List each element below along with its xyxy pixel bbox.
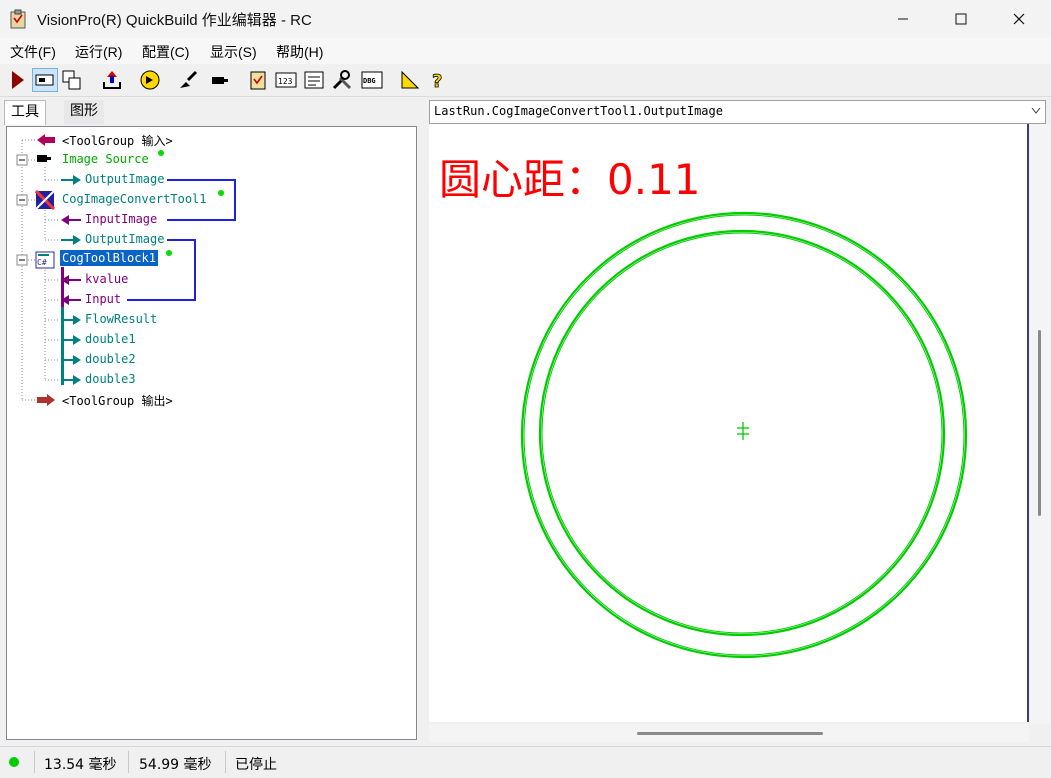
window-title: VisionPro(R) QuickBuild 作业编辑器 - RC [37,12,312,29]
inner-circle-edge [541,232,943,634]
status-dot-icon [218,190,224,196]
tree-item-image-source[interactable]: Image Source [62,152,149,166]
title-bar: VisionPro(R) QuickBuild 作业编辑器 - RC [0,0,1051,38]
status-separator [34,751,35,773]
svg-text:123: 123 [278,77,293,86]
tool-tree: C# <ToolGroup 输入> Image Source OutputIma… [6,126,417,740]
tab-tools[interactable]: 工具 [4,100,46,125]
menu-help[interactable]: 帮助(H) [276,42,323,62]
tree-item-input-image[interactable]: InputImage [85,212,157,226]
maximize-button[interactable] [938,0,984,38]
image-selector-dropdown[interactable]: LastRun.CogImageConvertTool1.OutputImage [429,100,1046,124]
toolgroup-input-icon [37,134,55,146]
list-icon[interactable] [302,68,326,92]
ruler-icon[interactable] [398,68,422,92]
output-arrow-icon [61,235,81,245]
status-bar: 13.54 毫秒 54.99 毫秒 已停止 [0,746,1051,778]
output-arrow-icon [61,375,81,385]
selected-image-label: LastRun.CogImageConvertTool1.OutputImage [434,104,723,118]
run-status-indicator-icon [9,757,19,767]
brush-icon[interactable] [176,68,200,92]
display-toggle-button[interactable] [32,68,58,92]
menu-display[interactable]: 显示(S) [210,42,257,62]
svg-text:C#: C# [37,258,47,267]
toolgroup-output-icon [37,394,55,406]
input-arrow-icon [61,275,81,285]
tree-item-kvalue[interactable]: kvalue [85,272,128,286]
minimize-button[interactable] [880,0,926,38]
display-icon [35,74,54,86]
tree-item-double3[interactable]: double3 [85,372,136,386]
status-time-2: 54.99 毫秒 [139,757,212,773]
camera-icon[interactable] [208,68,232,92]
center-marker-icon [737,422,749,440]
chevron-down-icon [1031,107,1041,114]
tree-item-toolblock-selected[interactable]: CogToolBlock1 [60,250,158,266]
menu-file[interactable]: 文件(F) [10,42,56,62]
tree-item-output-image[interactable]: OutputImage [85,172,164,186]
tree-item-double1[interactable]: double1 [85,332,136,346]
maximize-icon [955,13,967,25]
minimize-icon [898,18,908,20]
status-run-state: 已停止 [235,757,277,773]
output-arrow-icon [61,175,81,185]
windows-icon[interactable] [60,68,84,92]
horizontal-scroll-thumb[interactable] [637,732,823,735]
continuous-icon[interactable] [138,68,162,92]
image-convert-tool-icon [35,190,56,210]
tools-icon[interactable] [330,68,354,92]
outer-circle-edge [523,214,965,656]
tree-item-toolgroup-input[interactable]: <ToolGroup 输入> [62,132,173,149]
input-arrow-icon [61,295,81,305]
close-icon [1013,13,1025,25]
image-canvas: 圆心距：0.11 [439,155,968,659]
menu-run[interactable]: 运行(R) [75,42,122,62]
tree-item-image-convert-tool[interactable]: CogImageConvertTool1 [62,192,207,206]
distance-result-label: 圆心距：0.11 [439,155,701,204]
vertical-scroll-thumb[interactable] [1038,330,1041,516]
image-display[interactable]: 圆心距：0.11 [429,124,1029,722]
help-icon[interactable]: ? [426,68,450,92]
menu-bar: 文件(F) 运行(R) 配置(C) 显示(S) 帮助(H) [0,38,1051,64]
tree-item-double2[interactable]: double2 [85,352,136,366]
svg-text:?: ? [432,71,442,92]
left-panel-tabs: 工具 图形 [0,98,420,126]
run-icon[interactable] [6,68,30,92]
close-button[interactable] [996,0,1042,38]
svg-text:DBG: DBG [363,77,376,85]
output-arrow-icon [61,335,81,345]
debug-icon[interactable]: DBG [360,68,384,92]
status-separator [128,751,129,773]
toolblock-icon: C# [35,251,55,269]
tree-item-output-image[interactable]: OutputImage [85,232,164,246]
tree-item-input[interactable]: Input [85,292,121,306]
app-clipboard-icon [10,9,26,29]
status-time-1: 13.54 毫秒 [44,757,117,773]
input-arrow-icon [61,215,81,225]
output-arrow-icon [61,315,81,325]
menu-config[interactable]: 配置(C) [142,42,189,62]
reset-icon[interactable] [100,68,124,92]
status-dot-icon [158,150,164,156]
clipboard-icon[interactable] [246,68,270,92]
horizontal-scrollbar[interactable] [429,724,1029,742]
status-separator [225,751,226,773]
vertical-scrollbar[interactable] [1030,124,1050,724]
tree-item-flowresult[interactable]: FlowResult [85,312,157,326]
toolbar: 123 DBG ? [0,64,1051,97]
tree-item-toolgroup-output[interactable]: <ToolGroup 输出> [62,392,173,409]
output-arrow-icon [61,355,81,365]
status-dot-icon [166,250,172,256]
image-source-camera-icon [37,155,51,162]
numbers-icon[interactable]: 123 [274,68,298,92]
tab-graphics[interactable]: 图形 [64,100,104,124]
